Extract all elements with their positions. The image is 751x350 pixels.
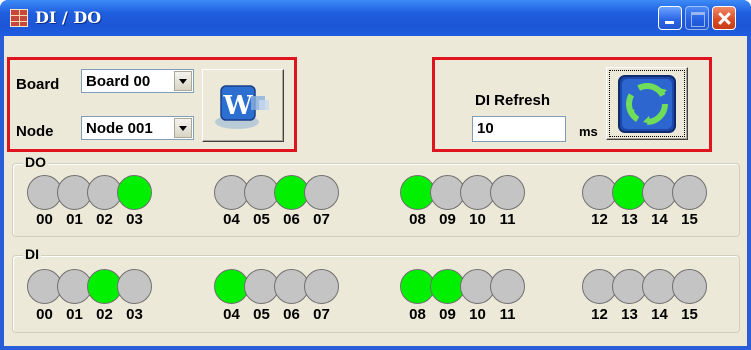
di-led-15 — [672, 269, 707, 304]
do-led-15[interactable] — [672, 175, 707, 210]
di-led-11 — [490, 269, 525, 304]
window-title: DI / DO — [35, 8, 102, 27]
di-refresh-value: 10 — [477, 120, 494, 137]
close-button[interactable] — [712, 6, 736, 30]
svg-text:W: W — [222, 91, 253, 121]
do-led-11[interactable] — [490, 175, 525, 210]
app-window: DI / DO Board Board 00 Node Node 001 W D… — [0, 0, 751, 350]
di-channel-label: 11 — [499, 306, 516, 323]
do-channel-label: 15 — [681, 211, 698, 228]
di-refresh-unit: ms — [579, 124, 598, 139]
di-led-07 — [304, 269, 339, 304]
minimize-button[interactable] — [658, 6, 682, 30]
maximize-button[interactable] — [685, 6, 709, 30]
do-group-title: DO — [23, 154, 48, 170]
do-channel-label: 03 — [126, 211, 143, 228]
chevron-down-icon[interactable] — [174, 118, 192, 138]
di-channel-label: 07 — [313, 306, 330, 323]
title-bar[interactable]: DI / DO — [0, 0, 751, 36]
di-channel-label: 03 — [126, 306, 143, 323]
write-icon: W — [215, 85, 269, 129]
board-select-value: Board 00 — [86, 73, 151, 90]
write-button[interactable]: W — [202, 69, 284, 142]
node-select[interactable]: Node 001 — [81, 116, 194, 140]
node-label: Node — [16, 123, 54, 140]
do-channel-label: 11 — [499, 211, 516, 228]
do-led-03[interactable] — [117, 175, 152, 210]
refresh-button[interactable] — [606, 67, 688, 140]
di-refresh-input[interactable]: 10 — [472, 116, 566, 142]
app-icon — [10, 9, 28, 27]
recycle-icon — [618, 75, 676, 133]
do-channel-label: 07 — [313, 211, 330, 228]
di-channel-label: 15 — [681, 306, 698, 323]
client-area: Board Board 00 Node Node 001 W DI Refres… — [4, 36, 747, 346]
do-led-07[interactable] — [304, 175, 339, 210]
board-select[interactable]: Board 00 — [81, 69, 194, 93]
node-select-value: Node 001 — [86, 120, 153, 137]
di-refresh-label: DI Refresh — [475, 92, 551, 109]
di-group-title: DI — [23, 246, 41, 262]
board-label: Board — [16, 76, 60, 93]
chevron-down-icon[interactable] — [174, 71, 192, 91]
di-led-03 — [117, 269, 152, 304]
